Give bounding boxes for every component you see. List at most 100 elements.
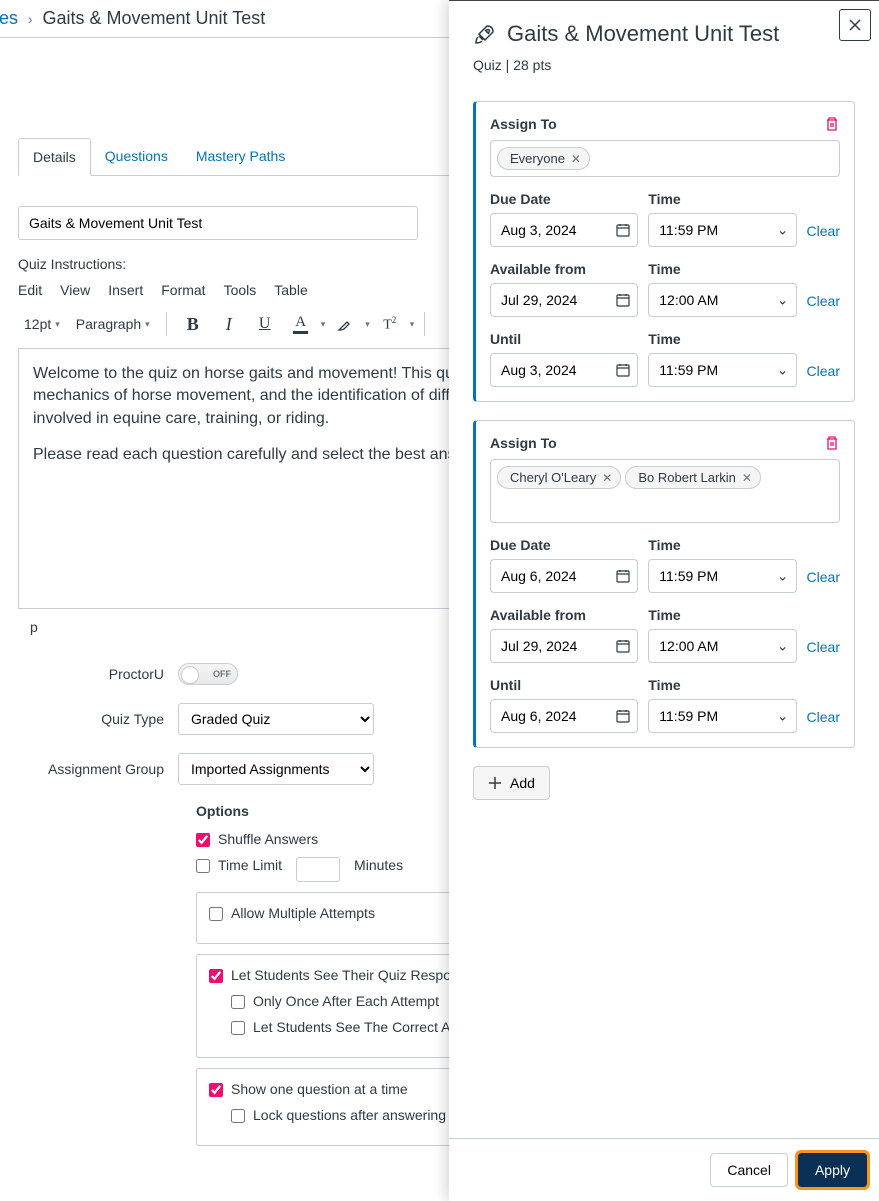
breadcrumb-separator: › <box>28 11 33 27</box>
only-once-checkbox[interactable] <box>231 995 245 1009</box>
available-from-label: Available from <box>490 261 638 277</box>
highlight-button[interactable] <box>329 308 361 340</box>
quiz-type-label: Quiz Type <box>18 711 178 727</box>
breadcrumb-link[interactable]: zes <box>0 8 18 28</box>
rce-menu-edit[interactable]: Edit <box>18 282 42 298</box>
assign-to-label: Assign To <box>490 116 840 132</box>
until-label: Until <box>490 677 638 693</box>
superscript-button[interactable]: T2 <box>374 308 406 340</box>
shuffle-checkbox[interactable] <box>196 833 210 847</box>
from-time-input[interactable] <box>648 629 796 663</box>
delete-card-button[interactable] <box>820 112 844 136</box>
lock-after-label: Lock questions after answering <box>253 1107 446 1123</box>
until-date-input[interactable] <box>490 353 638 387</box>
available-from-label: Available from <box>490 607 638 623</box>
due-date-input[interactable] <box>490 559 638 593</box>
from-time-input[interactable] <box>648 283 796 317</box>
quiz-type-select[interactable]: Graded Quiz <box>178 703 374 735</box>
due-date-input[interactable] <box>490 213 638 247</box>
assignee-pill: Bo Robert Larkin✕ <box>625 466 761 489</box>
trash-icon <box>824 116 840 132</box>
assignment-group-select[interactable]: Imported Assignments <box>178 753 374 785</box>
rce-menu-tools[interactable]: Tools <box>224 282 257 298</box>
add-card-button[interactable]: Add <box>473 766 550 800</box>
clear-due-button[interactable]: Clear <box>807 223 840 247</box>
time-label: Time <box>648 677 796 693</box>
lock-after-checkbox[interactable] <box>231 1109 245 1123</box>
delete-card-button[interactable] <box>820 431 844 455</box>
rce-menu-insert[interactable]: Insert <box>108 282 143 298</box>
underline-button[interactable]: U <box>249 308 281 340</box>
text-color-button[interactable]: A <box>285 308 317 340</box>
allow-multiple-checkbox[interactable] <box>209 907 223 921</box>
chevron-down-icon[interactable]: ▾ <box>365 319 370 330</box>
assignee-pill: Everyone✕ <box>497 147 590 170</box>
only-once-label: Only Once After Each Attempt <box>253 993 439 1009</box>
rce-menu-table[interactable]: Table <box>274 282 307 298</box>
clear-until-button[interactable]: Clear <box>807 363 840 387</box>
clear-from-button[interactable]: Clear <box>807 639 840 663</box>
one-at-time-label: Show one question at a time <box>231 1081 408 1097</box>
separator <box>166 312 167 336</box>
apply-button[interactable]: Apply <box>798 1153 867 1187</box>
tray-title: Gaits & Movement Unit Test <box>507 21 779 47</box>
close-icon <box>849 19 861 31</box>
shuffle-label: Shuffle Answers <box>218 831 318 847</box>
tab-details[interactable]: Details <box>18 138 91 176</box>
see-responses-checkbox[interactable] <box>209 969 223 983</box>
time-limit-label: Time Limit <box>218 857 282 873</box>
separator <box>424 312 425 336</box>
until-time-input[interactable] <box>648 353 796 387</box>
until-date-input[interactable] <box>490 699 638 733</box>
proctoru-toggle[interactable]: OFF <box>178 663 238 685</box>
from-date-input[interactable] <box>490 283 638 317</box>
close-button[interactable] <box>839 9 871 41</box>
minutes-label: Minutes <box>354 857 403 873</box>
time-label: Time <box>648 331 796 347</box>
due-time-input[interactable] <box>648 213 796 247</box>
one-at-time-checkbox[interactable] <box>209 1083 223 1097</box>
clear-from-button[interactable]: Clear <box>807 293 840 317</box>
font-size-select[interactable]: 12pt▾ <box>18 312 66 336</box>
chevron-down-icon[interactable]: ▾ <box>321 319 326 330</box>
trash-icon <box>824 435 840 451</box>
assign-to-input[interactable]: Everyone✕ <box>490 140 840 177</box>
time-limit-input[interactable] <box>296 857 340 882</box>
block-format-select[interactable]: Paragraph▾ <box>70 312 156 336</box>
until-time-input[interactable] <box>648 699 796 733</box>
clear-until-button[interactable]: Clear <box>807 709 840 733</box>
remove-pill-button[interactable]: ✕ <box>742 471 752 485</box>
tray-footer: Cancel Apply <box>449 1138 879 1201</box>
time-label: Time <box>648 191 796 207</box>
assignment-group-label: Assignment Group <box>18 761 178 777</box>
time-label: Time <box>648 607 796 623</box>
tray-subtitle: Quiz | 28 pts <box>473 57 855 73</box>
rce-menu-view[interactable]: View <box>60 282 90 298</box>
from-date-input[interactable] <box>490 629 638 663</box>
chevron-down-icon[interactable]: ▾ <box>410 319 415 330</box>
due-date-label: Due Date <box>490 537 638 553</box>
time-limit-checkbox[interactable] <box>196 859 210 873</box>
due-time-input[interactable] <box>648 559 796 593</box>
remove-pill-button[interactable]: ✕ <box>571 152 581 166</box>
tab-mastery-paths[interactable]: Mastery Paths <box>182 138 299 175</box>
breadcrumb-current: Gaits & Movement Unit Test <box>42 8 265 28</box>
time-label: Time <box>648 537 796 553</box>
plus-icon <box>488 776 502 790</box>
italic-button[interactable]: I <box>213 308 245 340</box>
proctoru-label: ProctorU <box>18 666 178 682</box>
assign-card: Assign To Everyone✕ Due Date Time ⌄ Clea… <box>473 101 855 402</box>
assign-to-label: Assign To <box>490 435 840 451</box>
bold-button[interactable]: B <box>177 308 209 340</box>
assign-to-input[interactable]: Cheryl O'Leary✕ Bo Robert Larkin✕ <box>490 459 840 523</box>
quiz-title-input[interactable] <box>18 206 418 240</box>
tab-questions[interactable]: Questions <box>91 138 182 175</box>
see-correct-checkbox[interactable] <box>231 1021 245 1035</box>
rce-menu-format[interactable]: Format <box>161 282 205 298</box>
assignee-pill: Cheryl O'Leary✕ <box>497 466 621 489</box>
cancel-button[interactable]: Cancel <box>710 1153 788 1187</box>
until-label: Until <box>490 331 638 347</box>
clear-due-button[interactable]: Clear <box>807 569 840 593</box>
rocket-icon <box>473 22 497 46</box>
remove-pill-button[interactable]: ✕ <box>602 471 612 485</box>
